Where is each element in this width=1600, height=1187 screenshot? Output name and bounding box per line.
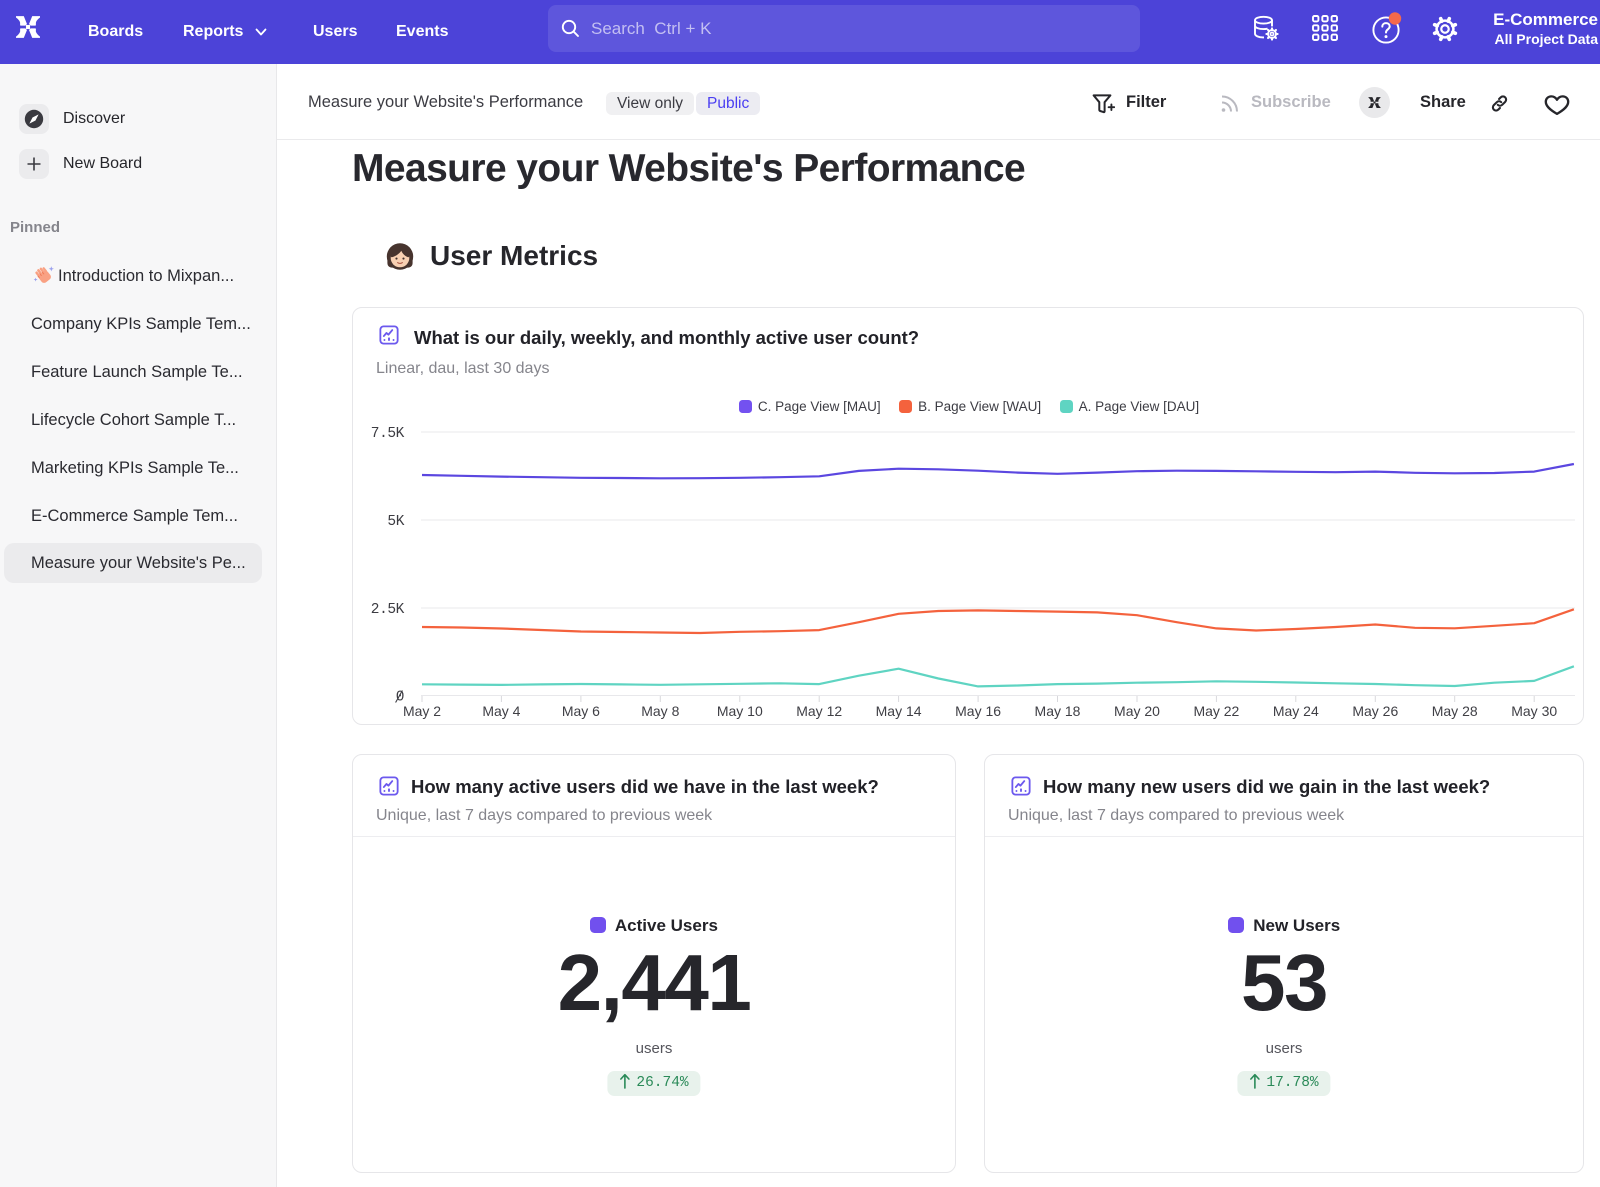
svg-text:May 28: May 28 [1432,703,1478,719]
svg-text:May 26: May 26 [1352,703,1398,719]
svg-text:7.5K: 7.5K [371,426,405,442]
svg-text:May 8: May 8 [641,703,679,719]
svg-text:May 2: May 2 [403,703,441,719]
svg-text:May 30: May 30 [1511,703,1557,719]
svg-text:May 16: May 16 [955,703,1001,719]
svg-text:May 24: May 24 [1273,703,1319,719]
svg-text:May 14: May 14 [876,703,922,719]
svg-text:May 4: May 4 [482,703,520,719]
svg-text:5K: 5K [387,514,404,530]
svg-text:May 12: May 12 [796,703,842,719]
svg-text:May 18: May 18 [1035,703,1081,719]
svg-text:2.5K: 2.5K [371,602,405,618]
svg-text:May 20: May 20 [1114,703,1160,719]
svg-text:May 6: May 6 [562,703,600,719]
svg-text:May 10: May 10 [717,703,763,719]
svg-text:May 22: May 22 [1193,703,1239,719]
